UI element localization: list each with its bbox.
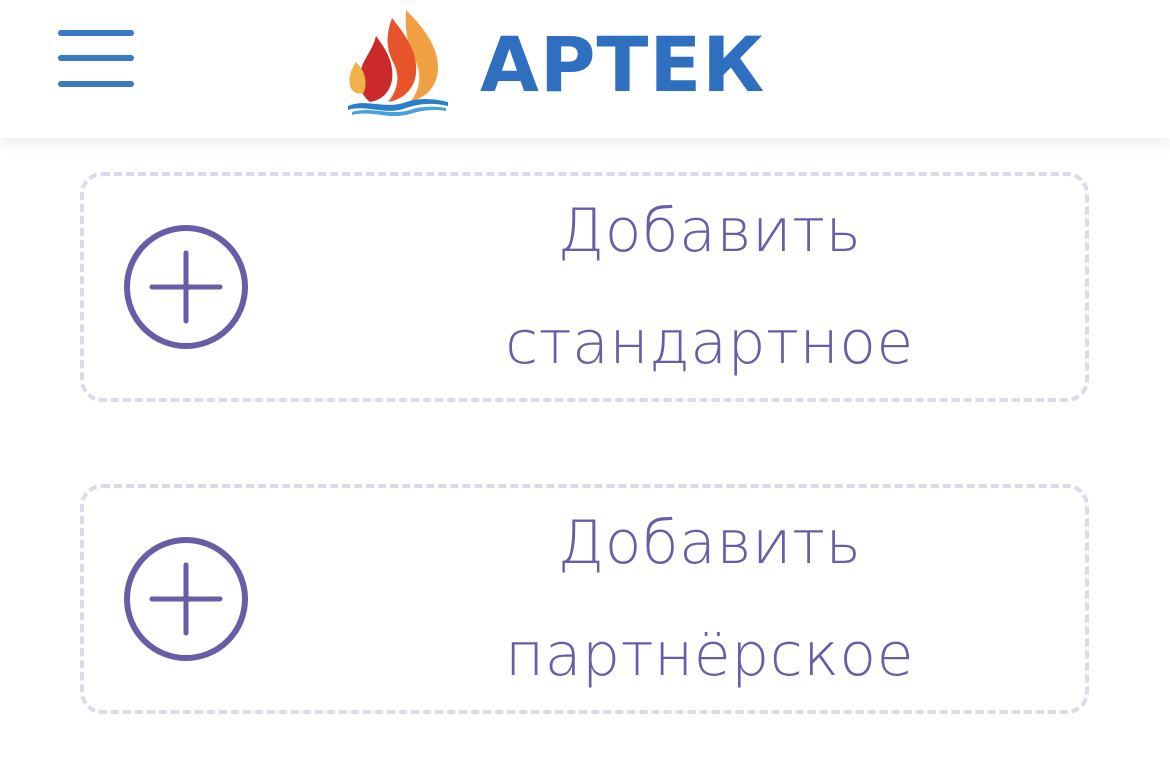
hamburger-menu-icon[interactable]	[56, 28, 136, 94]
add-partner-card[interactable]: Добавить партнёрское	[80, 484, 1089, 714]
artek-logo[interactable]: АРТЕК	[346, 6, 765, 116]
card-label-line1: Добавить	[557, 196, 862, 266]
add-standard-card[interactable]: Добавить стандартное	[80, 172, 1089, 402]
flame-logo-icon	[348, 10, 448, 116]
card-label-line1: Добавить	[557, 508, 862, 578]
add-partner-label: Добавить партнёрское	[334, 488, 1085, 710]
card-label-line2: партнёрское	[505, 620, 914, 690]
menu-line	[58, 30, 134, 36]
top-header: АРТЕК	[0, 0, 1170, 138]
add-standard-label: Добавить стандартное	[334, 176, 1085, 398]
plus-circle-icon	[124, 537, 248, 661]
logo-wordmark: АРТЕК	[480, 20, 766, 109]
menu-line	[58, 55, 134, 61]
menu-line	[58, 81, 134, 87]
card-label-line2: стандартное	[505, 308, 914, 378]
plus-circle-icon	[124, 225, 248, 349]
